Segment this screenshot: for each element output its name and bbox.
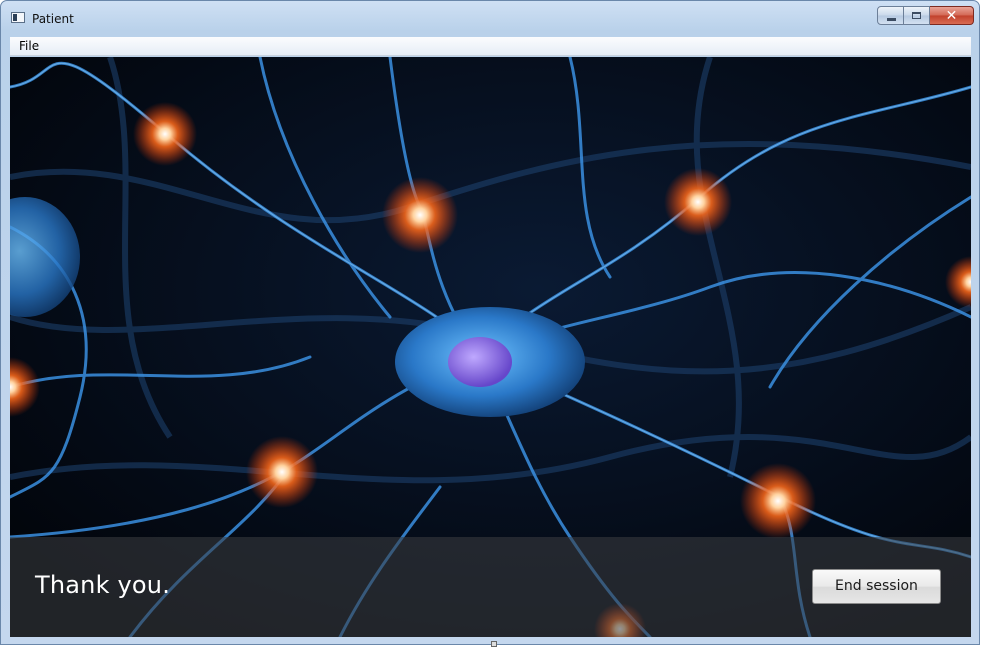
resize-grip[interactable] [491, 641, 497, 647]
close-button[interactable]: ✕ [930, 6, 974, 25]
content-area: Thank you. End session [10, 57, 971, 637]
menu-bar: File [10, 37, 971, 56]
end-session-button[interactable]: End session [812, 569, 941, 604]
app-window: Patient ✕ File Thank you. End session [0, 0, 980, 645]
close-icon: ✕ [945, 8, 958, 24]
window-title: Patient [32, 12, 74, 26]
thank-you-message: Thank you. [35, 571, 171, 599]
menu-file[interactable]: File [19, 39, 39, 53]
minimize-button[interactable] [877, 6, 904, 25]
app-window-icon [11, 12, 25, 23]
window-controls: ✕ [877, 6, 974, 25]
title-bar[interactable]: Patient ✕ [1, 1, 979, 35]
maximize-button[interactable] [904, 6, 930, 25]
